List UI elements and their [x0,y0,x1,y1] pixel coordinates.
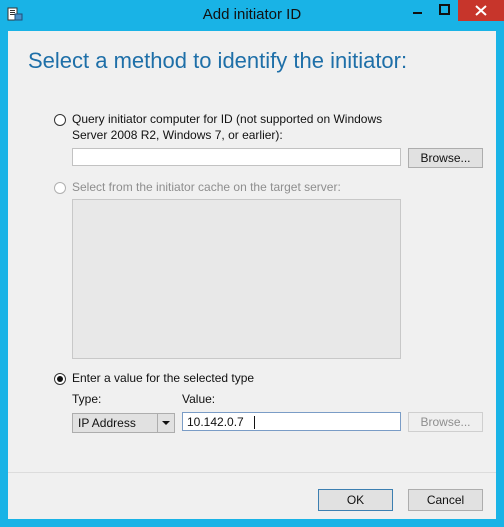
dialog-footer: OK Cancel [8,472,496,519]
close-icon [475,5,487,16]
dialog-window: Add initiator ID Select a method to iden… [0,0,504,527]
enter-value-label: Enter a value for the selected type [72,371,255,385]
cancel-button[interactable]: Cancel [408,489,483,511]
enter-value-radio[interactable] [54,373,66,385]
type-dropdown[interactable]: IP Address [72,413,175,433]
value-input[interactable]: 10.142.0.7 [182,412,401,431]
minimize-icon [413,12,422,14]
page-title: Select a method to identify the initiato… [28,48,408,73]
query-browse-button[interactable]: Browse... [408,148,483,168]
query-computer-input[interactable] [72,148,401,166]
initiator-cache-list[interactable] [72,199,401,359]
dialog-body: Select a method to identify the initiato… [8,31,496,519]
query-initiator-radio[interactable] [54,114,66,126]
text-caret [254,416,255,429]
title-bar[interactable]: Add initiator ID [0,0,504,30]
minimize-button[interactable] [404,0,431,21]
maximize-icon [439,4,450,15]
chevron-down-icon [162,421,170,425]
ok-button[interactable]: OK [318,489,393,511]
close-button[interactable] [458,0,504,21]
value-input-text: 10.142.0.7 [187,415,244,429]
value-browse-button[interactable]: Browse... [408,412,483,432]
type-dropdown-arrow[interactable] [157,414,174,432]
radio-selected-dot [57,376,63,382]
query-initiator-label-line1: Query initiator computer for ID (not sup… [72,112,383,126]
initiator-cache-radio[interactable] [54,182,66,194]
type-dropdown-value: IP Address [78,416,136,430]
query-initiator-label-line2: Server 2008 R2, Windows 7, or earlier): [72,128,283,142]
maximize-button[interactable] [431,0,458,21]
initiator-cache-label: Select from the initiator cache on the t… [72,180,341,194]
value-label: Value: [182,392,216,406]
type-label: Type: [72,392,102,406]
